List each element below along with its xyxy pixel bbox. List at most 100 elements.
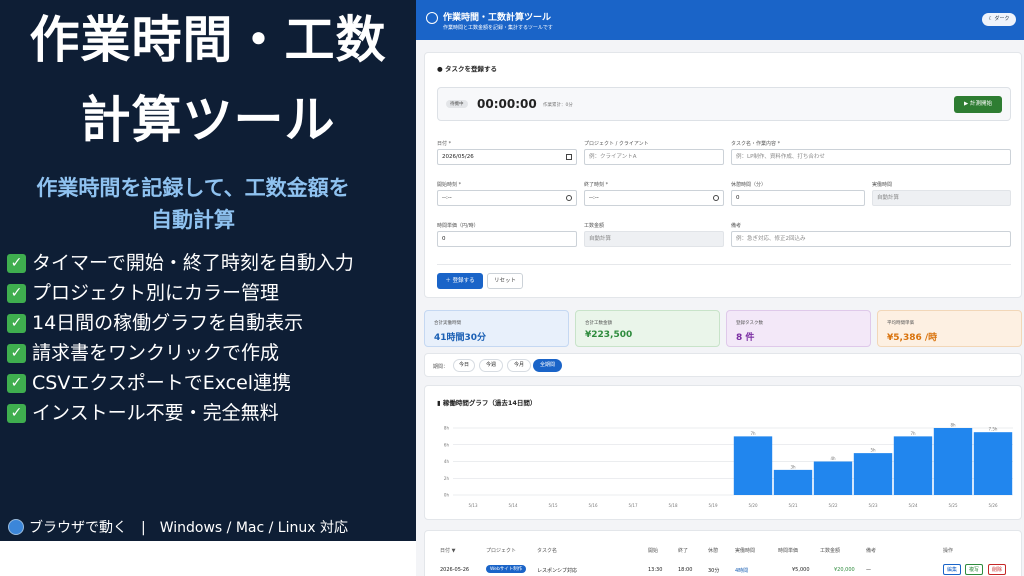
promo-footer: ブラウザで動く | Windows / Mac / Linux 対応 [8,517,348,537]
feature-item: ✓ プロジェクト別にカラー管理 [7,278,354,308]
x-tick-label: 5/24 [909,503,918,508]
clock-icon[interactable] [713,195,719,201]
app-subtitle: 作業時間と工数金額を記録・集計するツールです [443,25,553,31]
y-tick-label: 0h [444,493,450,498]
dark-mode-button[interactable]: ☾ ダーク [982,13,1016,26]
project-tag: Webサイト制作 [486,565,527,573]
memo-input[interactable]: 例：急ぎ対応、修正2回込み [731,231,1011,247]
column-header: プロジェクト [486,548,517,554]
cell-start: 13:30 [648,567,663,573]
app-title: 作業時間・工数計算ツール [443,13,552,23]
period-month[interactable]: 今月 [507,359,531,372]
checkmark-icon: ✓ [7,313,26,333]
break-label: 休憩時間（分） [731,182,767,188]
x-tick-label: 5/18 [669,503,678,508]
project-input[interactable]: 例：クライアントA [584,149,724,165]
cell-task: レスポンシブ対応 [537,568,578,574]
feature-item: ✓ インストール不要・完全無料 [7,398,354,428]
timer-display: 00:00:00 [477,97,537,111]
checkmark-icon: ✓ [7,343,26,363]
cell-rate: ¥5,000 [792,567,810,573]
x-tick-label: 5/23 [869,503,878,508]
task-input[interactable]: 例：LP制作、資料作成、打ち合わせ [731,149,1011,165]
status-badge: 待機中 [446,100,468,108]
checkmark-icon: ✓ [7,373,26,393]
task-form-title: ● タスクを登録する [437,65,497,73]
feature-list: ✓ タイマーで開始・終了時刻を自動入力 ✓ プロジェクト別にカラー管理 ✓ 14日間の稼働… [7,248,354,428]
column-header: タスク名 [537,548,558,554]
x-tick-label: 5/17 [629,503,638,508]
period-all[interactable]: 全期間 [533,359,562,372]
period-week[interactable]: 今週 [479,359,503,372]
bar-value-label: 3h [790,464,796,469]
project-label: プロジェクト / クライアント [584,141,649,147]
x-tick-label: 5/22 [829,503,838,508]
feature-item: ✓ 14日間の稼働グラフを自動表示 [7,308,354,338]
y-tick-label: 4h [444,459,450,464]
end-time-input[interactable]: --:-- [584,190,724,206]
y-tick-label: 8h [444,426,450,431]
x-tick-label: 5/14 [509,503,518,508]
app-window: 作業時間・工数計算ツール 作業時間と工数金額を記録・集計するツールです ☾ ダー… [416,0,1024,576]
x-tick-label: 5/25 [949,503,958,508]
rate-input[interactable]: 0 [437,231,577,247]
bar-value-label: 5h [870,448,876,453]
bar-value-label: 7h [910,431,916,436]
feature-text: インストール不要・完全無料 [32,402,279,424]
reset-button[interactable]: リセット [487,273,523,289]
column-header[interactable]: 日付 ▼ [440,547,455,554]
delete-button[interactable]: 削除 [988,564,1007,575]
divider [437,264,1011,265]
x-tick-label: 5/13 [469,503,478,508]
app-header: 作業時間・工数計算ツール 作業時間と工数金額を記録・集計するツールです ☾ ダー… [416,0,1024,40]
bar-5/23 [853,453,893,495]
register-button[interactable]: ＋ 登録する [437,273,483,289]
feature-text: 請求書をワンクリックで作成 [32,342,280,364]
column-header: 操作 [943,548,954,554]
x-tick-label: 5/15 [549,503,558,508]
stat-task-count: 登録タスク数 8 件 [726,310,871,347]
column-header: 休憩 [708,548,719,554]
column-header: 時間単価 [778,548,799,554]
feature-item: ✓ CSVエクスポートでExcel連携 [7,368,354,398]
column-header: 終了 [678,548,689,554]
start-time-label: 開始時刻 * [437,182,462,188]
checkmark-icon: ✓ [7,283,26,303]
column-header: 実働時間 [735,548,756,554]
cell-amount: ¥20,000 [834,567,855,573]
memo-label: 備考 [731,223,742,229]
promo-title: 作業時間・工数 計算ツール [29,11,387,149]
start-time-input[interactable]: --:-- [437,190,577,206]
x-tick-label: 5/26 [989,503,998,508]
feature-text: タイマーで開始・終了時刻を自動入力 [32,252,354,274]
actual-time-label: 実働時間 [872,182,893,188]
cell-memo: — [866,567,871,573]
task-label: タスク名・作業内容 * [731,141,781,147]
edit-button[interactable]: 編集 [943,564,962,575]
period-today[interactable]: 今日 [453,359,475,372]
break-input[interactable]: 0 [731,190,865,206]
amount-label: 工数金額 [584,223,605,229]
feature-text: CSVエクスポートでExcel連携 [32,372,292,394]
copy-button[interactable]: 複写 [965,564,984,575]
cell-actual: 4時間 [735,568,749,574]
x-tick-label: 5/21 [789,503,798,508]
task-form-card: ● タスクを登録する 待機中 00:00:00 作業累計：0分 ▶ 計測開始 日… [424,52,1022,298]
bar-5/24 [893,436,933,495]
elapsed-label: 作業累計：0分 [543,103,573,108]
timer-panel: 待機中 00:00:00 作業累計：0分 ▶ 計測開始 [437,87,1011,121]
feature-item: ✓ 請求書をワンクリックで作成 [7,338,354,368]
stopwatch-icon [426,12,438,24]
calendar-icon[interactable] [566,154,572,160]
clock-icon[interactable] [566,195,572,201]
bar-value-label: 4h [830,456,836,461]
checkmark-icon: ✓ [7,403,26,423]
start-timer-button[interactable]: ▶ 計測開始 [954,96,1002,113]
bar-5/25 [933,428,973,495]
date-input[interactable]: 2026/05/26 [437,149,577,165]
bar-value-label: 7.5h [989,427,998,432]
column-header: 備考 [866,548,877,554]
promo-panel: 作業時間・工数 計算ツール 作業時間を記録して、工数金額を 自動計算 ✓ タイマーで開… [0,0,416,541]
end-time-label: 終了時刻 * [584,182,609,188]
bar-5/21 [773,469,813,495]
